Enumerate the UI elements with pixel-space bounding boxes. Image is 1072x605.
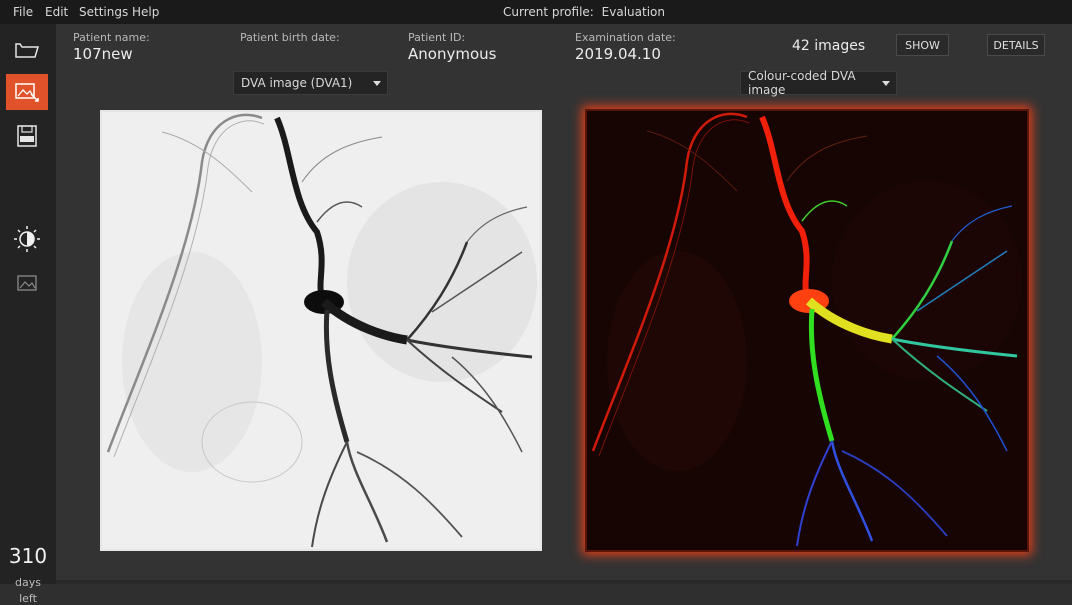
show-button[interactable]: SHOW <box>896 34 949 56</box>
menu-bar: File Edit Settings Help Current profile:… <box>0 0 1072 24</box>
left-image-select-value: DVA image (DVA1) <box>241 76 353 90</box>
patient-id-label: Patient ID: <box>408 31 466 44</box>
sidebar: 310 days left <box>0 24 56 605</box>
menu-edit[interactable]: Edit <box>45 5 68 19</box>
folder-icon <box>15 43 40 58</box>
profile-value: Evaluation <box>601 5 665 19</box>
save-dicom-button[interactable] <box>6 118 48 154</box>
bottom-scrollbar[interactable] <box>56 580 1072 584</box>
chevron-down-icon <box>882 81 890 86</box>
menu-help[interactable]: Help <box>132 5 159 19</box>
current-profile: Current profile: Evaluation <box>503 5 665 19</box>
left-image-select[interactable]: DVA image (DVA1) <box>233 71 388 95</box>
image-icon <box>17 275 37 291</box>
days-left-label: days <box>15 576 41 589</box>
menu-settings[interactable]: Settings <box>79 5 128 19</box>
image-edit-icon <box>15 83 39 102</box>
colour-coded-angiogram-image <box>587 111 1027 550</box>
chevron-down-icon <box>373 81 381 86</box>
patient-id-value: Anonymous <box>408 45 497 63</box>
contrast-button[interactable] <box>6 221 48 257</box>
dva-image-panel[interactable] <box>100 110 542 551</box>
image-count: 42 images <box>792 38 866 54</box>
patient-name-label: Patient name: <box>73 31 150 44</box>
menu-file[interactable]: File <box>13 5 33 19</box>
profile-label: Current profile: <box>503 5 594 19</box>
dicom-save-icon <box>17 125 37 147</box>
contrast-icon <box>14 226 40 252</box>
details-button[interactable]: DETAILS <box>987 34 1045 56</box>
days-left-count: 310 <box>8 544 48 568</box>
image-view-button[interactable] <box>6 265 48 301</box>
exam-date-label: Examination date: <box>575 31 676 44</box>
days-left-label-2: left <box>19 592 37 605</box>
right-image-select-value: Colour-coded DVA image <box>748 69 856 97</box>
patient-name-value: 107new <box>73 45 133 63</box>
dva-angiogram-image <box>102 112 540 549</box>
open-folder-button[interactable] <box>6 32 48 68</box>
image-process-button[interactable] <box>6 74 48 110</box>
right-image-select[interactable]: Colour-coded DVA image <box>740 69 897 97</box>
patient-birth-label: Patient birth date: <box>240 31 340 44</box>
colour-coded-dva-panel[interactable] <box>585 109 1029 552</box>
exam-date-value: 2019.04.10 <box>575 45 661 63</box>
